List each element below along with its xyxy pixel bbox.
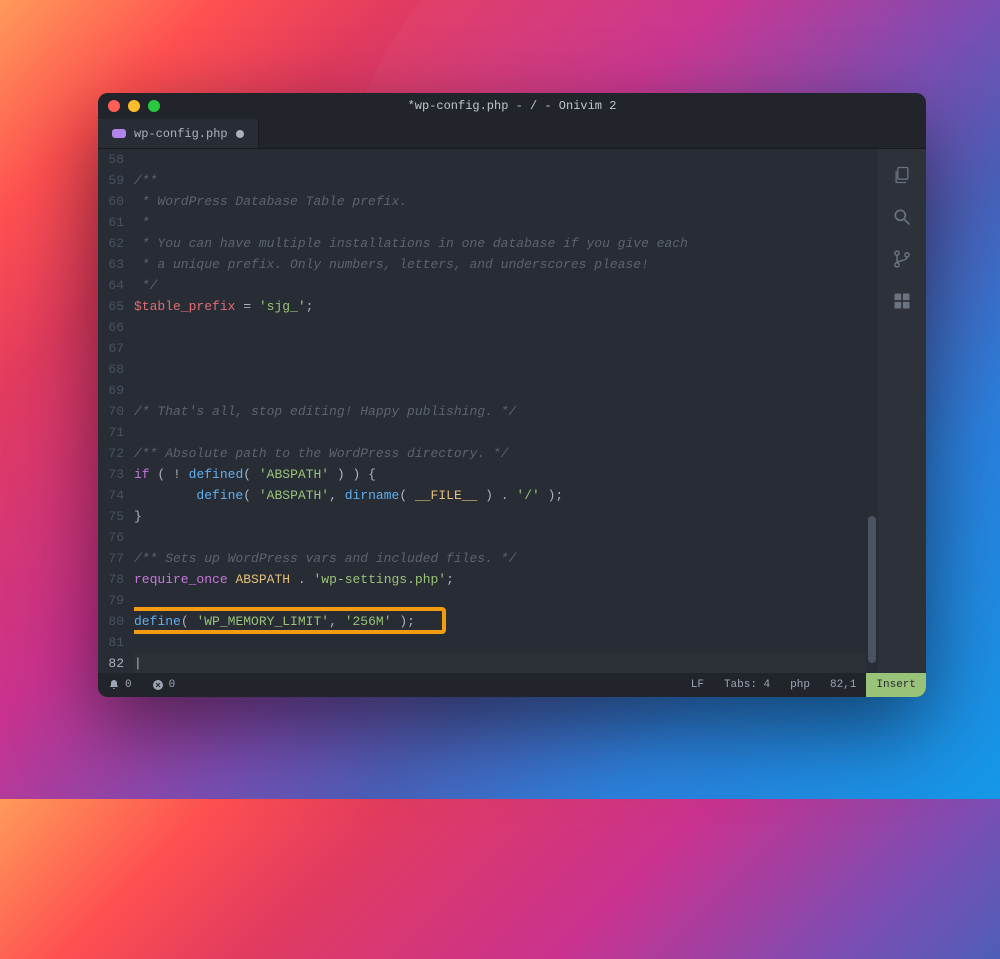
- vertical-scrollbar[interactable]: [866, 149, 878, 673]
- editor-body: 5859606162636465666768697071727374757677…: [98, 149, 926, 673]
- line-ending-button[interactable]: LF: [681, 673, 714, 697]
- line-number: 73: [98, 464, 124, 485]
- code-line[interactable]: [134, 359, 866, 380]
- line-number: 82: [98, 653, 124, 673]
- tab-label: wp-config.php: [134, 127, 228, 141]
- code-line[interactable]: [134, 422, 866, 443]
- line-number: 80: [98, 611, 124, 632]
- notification-count: 0: [125, 679, 132, 691]
- code-line[interactable]: /** Absolute path to the WordPress direc…: [134, 443, 866, 464]
- code-line[interactable]: /**: [134, 170, 866, 191]
- code-line[interactable]: if ( ! defined( 'ABSPATH' ) ) {: [134, 464, 866, 485]
- code-line[interactable]: [134, 338, 866, 359]
- code-line[interactable]: define( 'WP_MEMORY_LIMIT', '256M' );: [134, 611, 866, 632]
- titlebar[interactable]: *wp-config.php - / - Onivim 2: [98, 93, 926, 119]
- code-line[interactable]: define( 'ABSPATH', dirname( __FILE__ ) .…: [134, 485, 866, 506]
- code-line[interactable]: *: [134, 212, 866, 233]
- line-number: 66: [98, 317, 124, 338]
- code-editor[interactable]: 5859606162636465666768697071727374757677…: [98, 149, 878, 673]
- line-number-gutter: 5859606162636465666768697071727374757677…: [98, 149, 134, 673]
- line-number: 70: [98, 401, 124, 422]
- git-branch-icon[interactable]: [892, 249, 912, 269]
- line-number: 69: [98, 380, 124, 401]
- close-window-button[interactable]: [108, 100, 120, 112]
- minimize-window-button[interactable]: [128, 100, 140, 112]
- bell-icon: [108, 679, 120, 691]
- code-line[interactable]: [134, 632, 866, 653]
- line-number: 60: [98, 191, 124, 212]
- line-number: 76: [98, 527, 124, 548]
- code-line[interactable]: $table_prefix = 'sjg_';: [134, 296, 866, 317]
- activity-bar: [878, 149, 926, 673]
- code-line[interactable]: * a unique prefix. Only numbers, letters…: [134, 254, 866, 275]
- status-bar: 0 0 LF Tabs: 4 php 82,1 Insert: [98, 673, 926, 697]
- line-number: 64: [98, 275, 124, 296]
- line-number: 79: [98, 590, 124, 611]
- window-title: *wp-config.php - / - Onivim 2: [408, 99, 617, 113]
- error-icon: [152, 679, 164, 691]
- tab-bar: wp-config.php: [98, 119, 926, 149]
- code-area[interactable]: /** * WordPress Database Table prefix. *…: [134, 149, 866, 673]
- code-line[interactable]: }: [134, 506, 866, 527]
- search-icon[interactable]: [892, 207, 912, 227]
- code-line[interactable]: [134, 317, 866, 338]
- language-mode-button[interactable]: php: [780, 673, 820, 697]
- code-line[interactable]: * You can have multiple installations in…: [134, 233, 866, 254]
- code-line[interactable]: require_once ABSPATH . 'wp-settings.php'…: [134, 569, 866, 590]
- code-line[interactable]: [134, 149, 866, 170]
- line-number: 61: [98, 212, 124, 233]
- line-number: 81: [98, 632, 124, 653]
- line-number: 74: [98, 485, 124, 506]
- line-number: 63: [98, 254, 124, 275]
- code-line[interactable]: * WordPress Database Table prefix.: [134, 191, 866, 212]
- notifications-button[interactable]: 0: [98, 673, 142, 697]
- vim-mode-indicator: Insert: [866, 673, 926, 697]
- traffic-lights: [108, 100, 160, 112]
- code-line[interactable]: */: [134, 275, 866, 296]
- line-number: 77: [98, 548, 124, 569]
- line-number: 68: [98, 359, 124, 380]
- error-count: 0: [169, 679, 176, 691]
- code-line[interactable]: [134, 380, 866, 401]
- line-number: 62: [98, 233, 124, 254]
- files-icon[interactable]: [892, 165, 912, 185]
- extensions-icon[interactable]: [892, 291, 912, 311]
- line-number: 58: [98, 149, 124, 170]
- code-line[interactable]: /** Sets up WordPress vars and included …: [134, 548, 866, 569]
- line-number: 72: [98, 443, 124, 464]
- editor-window: *wp-config.php - / - Onivim 2 wp-config.…: [98, 93, 926, 697]
- problems-button[interactable]: 0: [142, 673, 186, 697]
- line-number: 78: [98, 569, 124, 590]
- modified-indicator-icon: [236, 130, 244, 138]
- scrollbar-thumb[interactable]: [868, 516, 876, 663]
- cursor-position[interactable]: 82,1: [820, 673, 866, 697]
- code-line[interactable]: [134, 590, 866, 611]
- line-number: 65: [98, 296, 124, 317]
- tab-wp-config[interactable]: wp-config.php: [98, 119, 259, 148]
- line-number: 75: [98, 506, 124, 527]
- code-line[interactable]: [134, 527, 866, 548]
- line-number: 71: [98, 422, 124, 443]
- fullscreen-window-button[interactable]: [148, 100, 160, 112]
- indentation-button[interactable]: Tabs: 4: [714, 673, 780, 697]
- php-file-icon: [112, 129, 126, 138]
- code-line[interactable]: /* That's all, stop editing! Happy publi…: [134, 401, 866, 422]
- line-number: 67: [98, 338, 124, 359]
- line-number: 59: [98, 170, 124, 191]
